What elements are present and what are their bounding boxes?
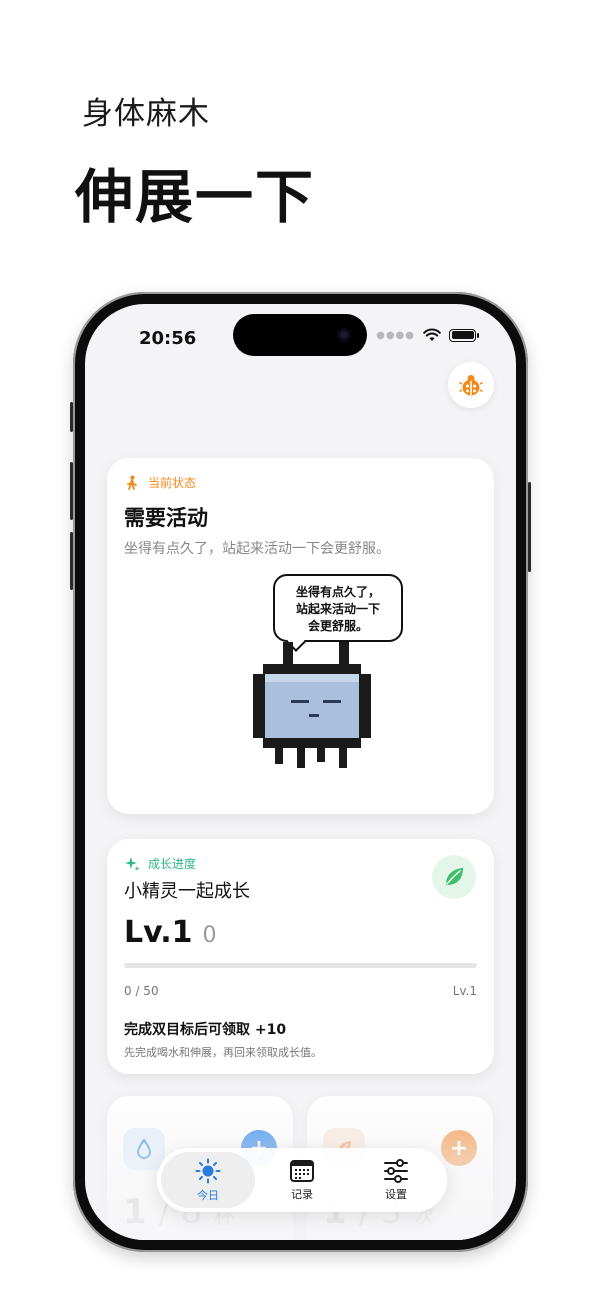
- growth-card: 成长进度 小精灵一起成长 Lv.1 0 0 / 50 Lv.1 完成双目标后可领…: [107, 839, 494, 1074]
- battery-icon: [449, 328, 479, 342]
- calendar-icon: [290, 1159, 314, 1182]
- tab-today[interactable]: 今日: [161, 1152, 255, 1208]
- wifi-icon: [423, 328, 441, 341]
- tab-records[interactable]: 记录: [255, 1152, 349, 1208]
- bubble-line: 坐得有点久了，: [295, 585, 380, 599]
- level-xp: 0: [202, 923, 217, 948]
- bubble-line: 站起来活动一下: [295, 602, 380, 616]
- level-row: Lv.1 0: [124, 915, 217, 950]
- status-time: 20:56: [139, 328, 197, 349]
- signal-icon: ●●●●: [376, 329, 415, 341]
- water-count-value: 1: [123, 1192, 147, 1232]
- sun-icon: [195, 1158, 221, 1183]
- phone-frame: 20:56 ●●●● 当前状态 需要活动 坐得有点久了，站起来活动一下会更舒服。…: [70, 292, 531, 1252]
- water-drop-icon: [136, 1138, 152, 1159]
- add-stretch-button[interactable]: +: [441, 1130, 477, 1166]
- dynamic-island: [233, 314, 367, 356]
- reward-subtitle: 先完成喝水和伸展，再回来领取成长值。: [124, 1046, 322, 1059]
- growth-label-row: 成长进度: [124, 855, 196, 872]
- status-indicators: ●●●●: [376, 328, 479, 342]
- status-label-row: 当前状态: [124, 474, 196, 491]
- ladybug-icon: [459, 375, 483, 396]
- status-label: 当前状态: [148, 476, 197, 490]
- growth-label: 成长进度: [148, 857, 197, 871]
- tab-settings[interactable]: 设置: [349, 1152, 443, 1208]
- water-icon-tile: [123, 1128, 165, 1170]
- bubble-line: 会更舒服。: [307, 619, 368, 633]
- leaf-icon: [446, 868, 463, 885]
- headline-subtitle: 身体麻木: [82, 96, 210, 132]
- tab-records-label: 记录: [291, 1187, 313, 1201]
- reward-title: 完成双目标后可领取 +10: [124, 1022, 287, 1038]
- pixel-sprite: [253, 642, 371, 768]
- tab-bar: 今日 记录 设置: [157, 1148, 447, 1212]
- headline-title: 伸展一下: [75, 163, 316, 231]
- progress-text: 0 / 50: [124, 984, 159, 998]
- bug-report-button[interactable]: [448, 362, 494, 408]
- walking-person-icon: [127, 475, 137, 490]
- tab-today-label: 今日: [197, 1188, 219, 1202]
- tab-settings-label: 设置: [385, 1187, 407, 1201]
- status-description: 坐得有点久了，站起来活动一下会更舒服。: [124, 541, 390, 557]
- leaf-button[interactable]: [432, 855, 476, 899]
- growth-title: 小精灵一起成长: [124, 881, 250, 902]
- level-text: Lv.1: [124, 915, 193, 950]
- next-level-text: Lv.1: [452, 984, 477, 998]
- status-title: 需要活动: [124, 506, 208, 530]
- speech-bubble: 坐得有点久了， 站起来活动一下 会更舒服。: [273, 574, 403, 642]
- app-screen: 20:56 ●●●● 当前状态 需要活动 坐得有点久了，站起来活动一下会更舒服。…: [85, 304, 516, 1240]
- growth-progress-bar: [124, 963, 477, 968]
- status-card: 当前状态 需要活动 坐得有点久了，站起来活动一下会更舒服。 坐得有点久了， 站起…: [107, 458, 494, 814]
- sparkle-icon: [125, 856, 140, 871]
- sliders-icon: [384, 1158, 408, 1183]
